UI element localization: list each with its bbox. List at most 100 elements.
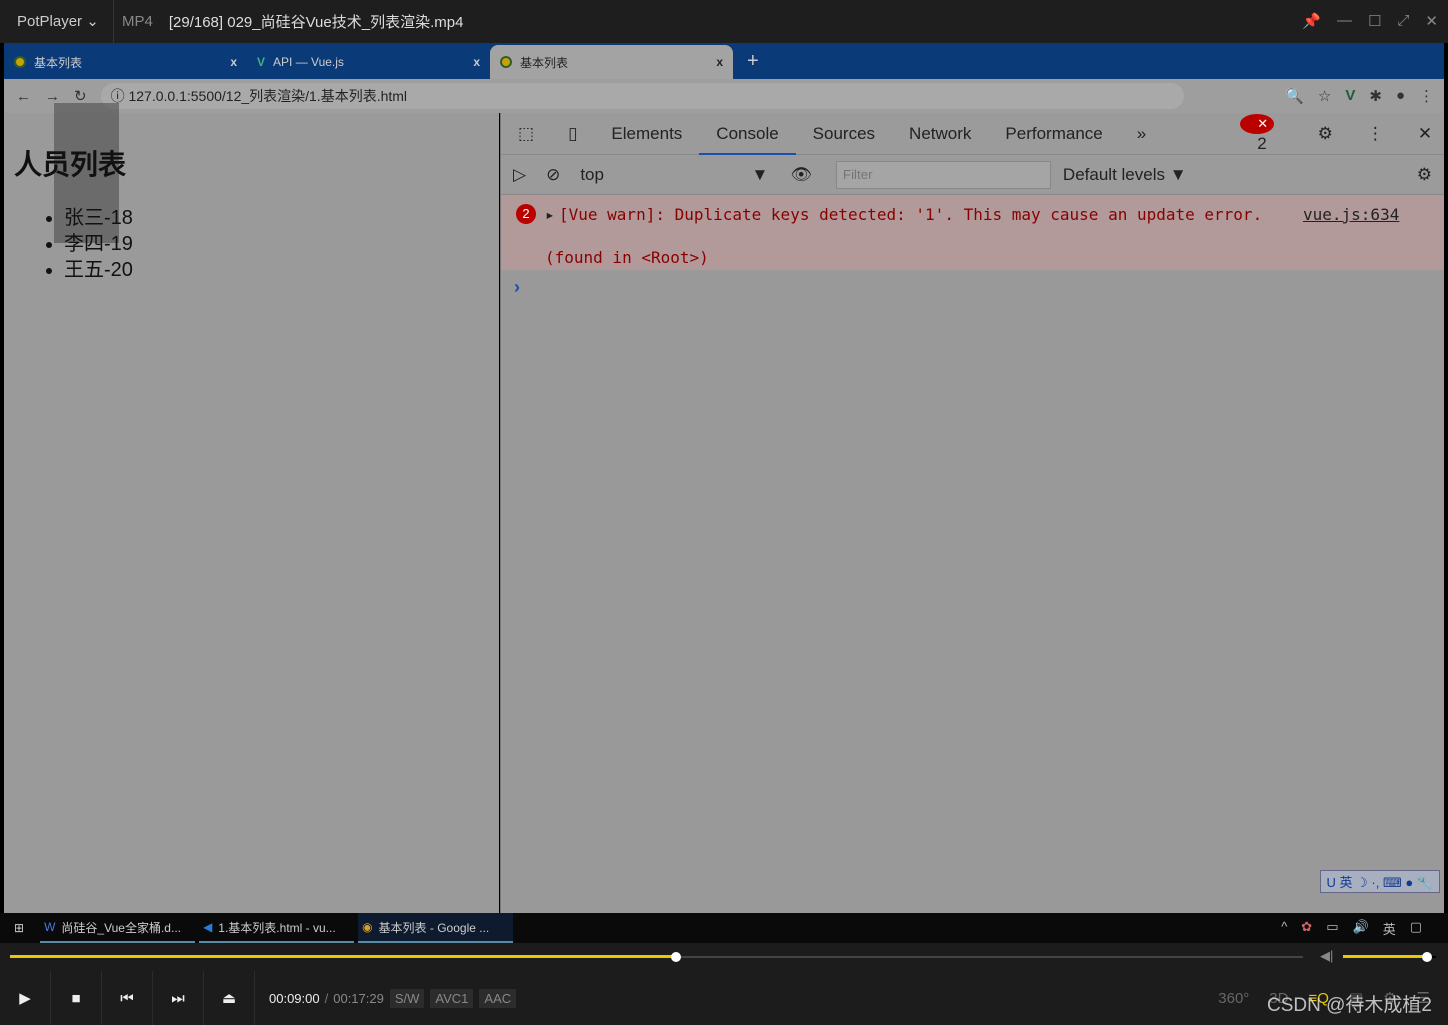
tab-console[interactable]: Console [699,113,796,155]
vr-360-icon[interactable]: 360° [1218,990,1249,1007]
tab-sources[interactable]: Sources [796,124,892,144]
battery-icon[interactable]: ▭ [1326,919,1338,938]
ime-toolbar[interactable]: U 英 ☽ ·, ⌨ ● 🔧 [1319,870,1440,893]
menu-icon[interactable]: ⋮ [1419,87,1434,105]
tab-2[interactable]: V API — Vue.js x [247,45,490,79]
minimize-icon[interactable]: — [1337,12,1352,30]
tab-3[interactable]: 基本列表 x [490,45,733,79]
play-button[interactable]: ▶ [0,971,51,1025]
console-error-message[interactable]: 2 ▸ [Vue warn]: Duplicate keys detected:… [501,195,1444,271]
back-icon[interactable]: ← [16,88,31,105]
player-titlebar: PotPlayer ⌄ MP4 [29/168] 029_尚硅谷Vue技术_列表… [0,0,1448,43]
context-select[interactable]: top ▼ [568,165,778,185]
tab-close-icon[interactable]: x [473,55,480,69]
settings-icon[interactable]: ⚙ [1301,124,1350,144]
url-text: 127.0.0.1:5500/12_列表渲染/1.基本列表.html [128,88,408,104]
taskbar-label: 基本列表 - Google ... [378,920,490,935]
taskbar-label: 尚硅谷_Vue全家桶.d... [61,920,181,935]
address-bar: ← → ↻ ⓘ 127.0.0.1:5500/12_列表渲染/1.基本列表.html… [4,79,1444,113]
windows-start-icon[interactable]: ⊞ [0,921,36,935]
eject-button[interactable]: ⏏ [204,971,255,1025]
previous-button[interactable]: ⏮ [102,971,153,1025]
error-text: [Vue warn]: Duplicate keys detected: '1'… [559,205,1263,224]
windows-taskbar: ⊞ W 尚硅谷_Vue全家桶.d... ◀ 1.基本列表.html - vu... … [0,913,1448,943]
tab-1[interactable]: 基本列表 x [4,45,247,79]
ime-label: 英 [1339,875,1353,890]
speaker-icon[interactable]: 🔊 [1353,919,1369,938]
source-link[interactable]: vue.js:634 [1303,205,1399,224]
extensions-icon[interactable]: ✱ [1369,87,1382,105]
player-controls: ▶ ■ ⏮ ⏭ ⏏ 00:09:00 / 00:17:29 S/W AVC1 A… [0,971,1448,1025]
console-toolbar: ▷ ⊘ top▼ 👁 Default levels ▼ ⚙ [501,155,1444,195]
taskbar-label: 1.基本列表.html - vu... [218,920,336,935]
levels-select[interactable]: Default levels ▼ [1063,165,1187,185]
total-time: 00:17:29 [333,990,384,1006]
more-icon[interactable]: ⋮ [1350,124,1401,144]
list-item: 张三-18 [64,205,133,231]
volume-handle[interactable] [1421,952,1432,962]
page-title: 人员列表 [14,149,127,180]
star-icon[interactable]: ☆ [1318,87,1331,105]
tag-video-codec[interactable]: AVC1 [430,988,474,1008]
tab-close-icon[interactable]: x [716,55,723,69]
tab-performance[interactable]: Performance [988,124,1119,144]
notification-icon[interactable]: ▢ [1410,919,1422,938]
watermark: CSDN @待木成植2 [1267,995,1432,1016]
maximize-icon[interactable]: ☐ [1368,12,1381,30]
expand-icon[interactable]: ▸ [545,205,555,224]
tag-sw[interactable]: S/W [389,988,425,1008]
stop-button[interactable]: ■ [51,971,102,1025]
devtools-panel: ⬚ ▯ Elements Console Sources Network Perf… [500,113,1444,913]
tab-label: API — Vue.js [273,55,344,69]
sidebar-toggle-icon[interactable]: ▷ [501,165,538,185]
context-value: top [580,164,604,184]
potplayer-menu[interactable]: PotPlayer ⌄ [0,0,114,43]
forward-icon[interactable]: → [45,88,60,105]
vue-devtools-icon[interactable]: V [1345,87,1355,105]
page-content: 人员列表 张三-18 李四-19 王五-20 [4,103,499,913]
error-detail: (found in <Root>) [545,248,709,267]
pin-icon[interactable]: 📌 [1302,12,1321,30]
vscode-icon: ◀ [203,920,213,934]
seek-progress [10,955,676,958]
chevron-up-icon[interactable]: ^ [1281,919,1287,938]
filter-input[interactable] [835,160,1051,189]
next-button[interactable]: ⏭ [153,971,204,1025]
new-tab-button[interactable]: + [733,50,773,79]
taskbar-item-word[interactable]: W 尚硅谷_Vue全家桶.d... [40,913,196,943]
tag-audio-codec[interactable]: AAC [479,988,517,1008]
profile-icon[interactable]: ● [1396,87,1405,105]
app-tray-icon[interactable]: ✿ [1301,919,1312,938]
taskbar-item-chrome[interactable]: ◉ 基本列表 - Google ... [358,913,514,943]
list-item: 王五-20 [64,257,133,283]
seek-handle[interactable] [670,952,681,962]
word-icon: W [44,920,56,934]
volume-icon[interactable]: ◀| [1320,948,1333,964]
inspect-icon[interactable]: ⬚ [501,124,551,144]
error-counter[interactable]: ✕ 2 [1223,113,1300,154]
fullscreen-icon[interactable]: ⤢ [1397,12,1409,30]
close-icon[interactable]: ✕ [1425,12,1438,30]
vue-icon: V [257,55,266,69]
eye-icon[interactable]: 👁 [778,165,824,185]
tab-label: 基本列表 [520,55,569,70]
close-devtools-icon[interactable]: ✕ [1401,124,1448,144]
console-settings-icon[interactable]: ⚙ [1417,165,1444,185]
video-title: [29/168] 029_尚硅谷Vue技术_列表渲染.mp4 [168,14,464,31]
tab-close-icon[interactable]: x [230,55,237,69]
current-time: 00:09:00 [269,990,320,1006]
console-prompt[interactable]: › [501,271,1444,304]
seek-area: ◀| [0,943,1448,971]
tab-network[interactable]: Network [892,124,988,144]
more-tabs-icon[interactable]: » [1120,124,1163,144]
tab-favicon [14,56,26,68]
clear-console-icon[interactable]: ⊘ [538,165,568,185]
zoom-icon[interactable]: 🔍 [1285,87,1304,105]
volume-level [1343,955,1427,958]
input-language[interactable]: 英 [1383,919,1396,938]
url-field[interactable]: ⓘ 127.0.0.1:5500/12_列表渲染/1.基本列表.html [100,83,1184,109]
device-icon[interactable]: ▯ [551,124,594,144]
taskbar-item-vscode[interactable]: ◀ 1.基本列表.html - vu... [199,913,355,943]
format-label: MP4 [122,13,153,30]
tab-elements[interactable]: Elements [594,124,699,144]
